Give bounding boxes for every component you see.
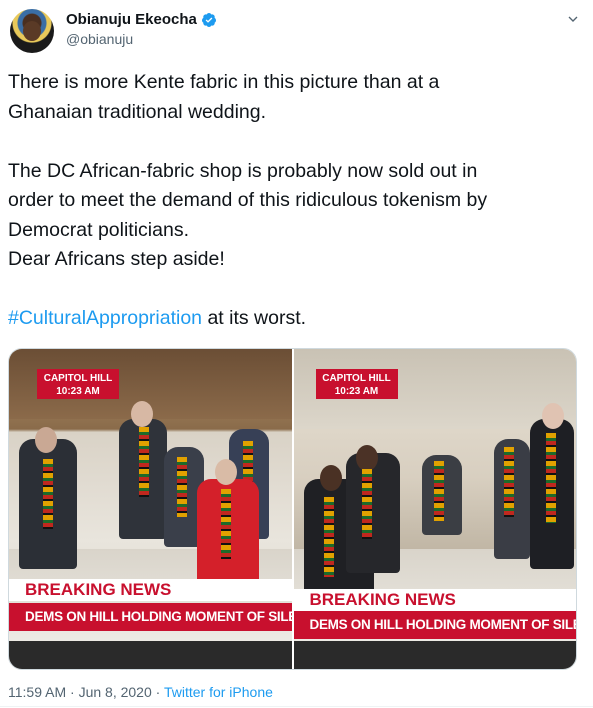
display-name[interactable]: Obianuju Ekeocha (66, 11, 197, 28)
kente-stole (139, 427, 149, 497)
meta-separator: · (151, 684, 164, 700)
headline-banner: DEMS ON HILL HOLDING MOMENT OF SILENCE F (293, 611, 576, 639)
kente-stole (545, 433, 556, 523)
verified-badge-icon (201, 12, 216, 27)
tweet-meta: 11:59 AM · Jun 8, 2020 · Twitter for iPh… (8, 684, 273, 700)
handle[interactable]: @obianuju (66, 31, 133, 47)
kente-stole (503, 447, 514, 517)
kente-stole (323, 497, 334, 577)
kente-stole (221, 489, 231, 559)
tweet-source[interactable]: Twitter for iPhone (164, 684, 273, 700)
person-head (541, 403, 564, 429)
tweet-text: There is more Kente fabric in this pictu… (8, 68, 583, 334)
name-row: Obianuju Ekeocha (66, 11, 217, 28)
meta-separator: · (66, 684, 79, 700)
chevron-down-icon[interactable] (563, 9, 583, 29)
media-photo-left[interactable]: CAPITOL HILL 10:23 AM BREAKING NEWS DEMS… (9, 349, 292, 669)
person-head (355, 445, 378, 471)
person-head (215, 459, 237, 485)
chyron-location-text: CAPITOL HILL (322, 373, 391, 384)
person-head (35, 427, 57, 453)
ticker-bar (9, 641, 292, 669)
tweet-line: Ghanaian traditional wedding. (8, 100, 267, 123)
tweet-line: at its worst. (202, 307, 307, 329)
media-photo-right[interactable]: CAPITOL HILL 10:23 AM BREAKING NEWS DEMS… (293, 349, 576, 669)
chyron-location: CAPITOL HILL 10:23 AM (315, 369, 398, 399)
tweet-header: Obianuju Ekeocha @obianuju (10, 9, 583, 53)
person (345, 453, 400, 573)
tweet-time[interactable]: 11:59 AM (8, 684, 66, 700)
tweet-line: The DC African-fabric shop is probably n… (8, 159, 478, 182)
kente-stole (43, 459, 53, 529)
ticker-bar (293, 641, 576, 669)
chyron-location-text: CAPITOL HILL (43, 373, 113, 384)
kente-stole (361, 469, 372, 539)
chyron-time: 10:23 AM (334, 386, 379, 397)
tweet-line: Democrat politicians. (8, 218, 189, 241)
tweet-line: There is more Kente fabric in this pictu… (8, 71, 440, 93)
breaking-news-banner: BREAKING NEWS (293, 589, 576, 611)
avatar-face (23, 21, 41, 41)
tweet-line: Dear Africans step aside! (8, 248, 225, 270)
tweet-line: order to meet the demand of this ridicul… (8, 189, 488, 211)
kente-stole (177, 457, 187, 517)
media-grid: CAPITOL HILL 10:23 AM BREAKING NEWS DEMS… (8, 348, 577, 670)
tweet-date[interactable]: Jun 8, 2020 (79, 684, 152, 700)
chyron-time: 10:23 AM (56, 386, 100, 397)
chyron-location: CAPITOL HILL 10:23 AM (37, 369, 119, 399)
avatar[interactable] (10, 9, 54, 53)
kente-stole (433, 461, 444, 521)
person-head (319, 465, 342, 491)
breaking-news-banner: BREAKING NEWS (9, 579, 292, 601)
person-head (131, 401, 153, 427)
hashtag-link[interactable]: #CulturalAppropriation (8, 307, 202, 329)
headline-banner: DEMS ON HILL HOLDING MOMENT OF SILENCE F (9, 603, 292, 631)
divider (0, 706, 593, 707)
